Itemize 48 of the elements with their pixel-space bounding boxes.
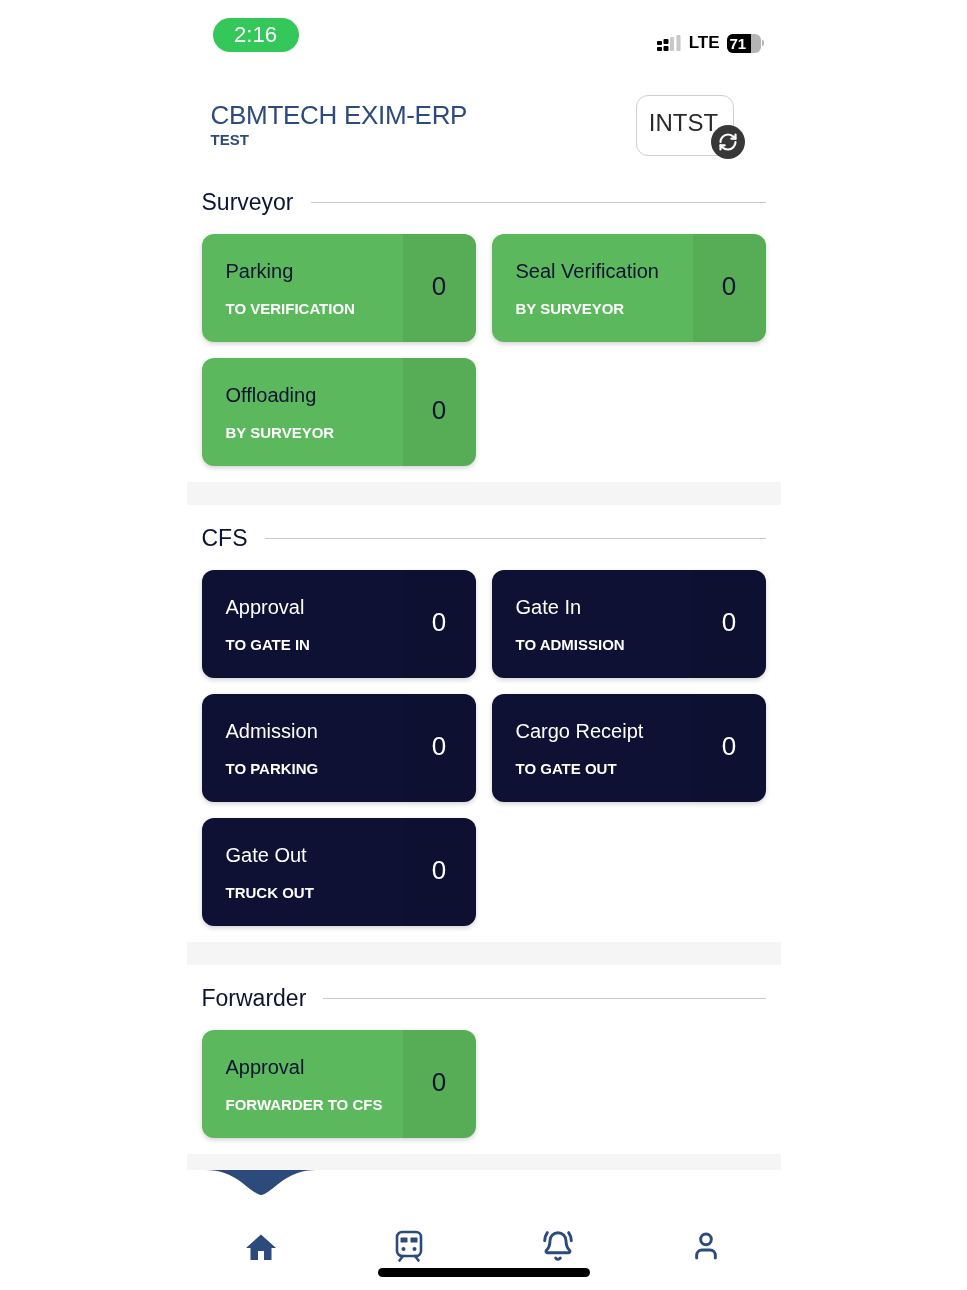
battery-indicator: 71 — [726, 33, 761, 53]
card-subtitle: TO GATE IN — [225, 636, 310, 654]
card-subtitle: BY SURVEYOR — [225, 424, 335, 442]
card-subtitle: FORWARDER TO CFS — [225, 1096, 383, 1114]
status-card[interactable]: Seal Verification BY SURVEYOR 0 — [491, 234, 766, 342]
status-card[interactable]: Gate In TO ADMISSION 0 — [491, 570, 766, 678]
card-title: Cargo Receipt — [515, 719, 644, 744]
card-title: Approval — [225, 1055, 305, 1080]
card-title: Parking — [225, 259, 294, 284]
branch-button[interactable]: INTST — [635, 95, 746, 159]
status-card[interactable]: Approval TO GATE IN 0 — [201, 570, 476, 678]
bell-icon[interactable] — [541, 1230, 574, 1262]
card-title: Gate Out — [225, 843, 307, 868]
card-subtitle: TO VERIFICATION — [225, 300, 355, 318]
status-card[interactable]: Admission TO PARKING 0 — [201, 694, 476, 802]
section-title: Forwarder — [201, 984, 307, 1012]
status-card[interactable]: Parking TO VERIFICATION 0 — [201, 234, 476, 342]
card-subtitle: TRUCK OUT — [225, 884, 314, 902]
card-subtitle: TO ADMISSION — [515, 636, 625, 654]
train-icon[interactable] — [395, 1230, 424, 1262]
count-panel: 0 — [402, 570, 476, 678]
count-panel: 0 — [402, 1030, 476, 1138]
card-subtitle: TO GATE OUT — [515, 760, 617, 778]
app-subtitle: TEST — [210, 131, 250, 149]
card-title: Seal Verification — [515, 259, 659, 284]
card-title: Approval — [225, 595, 305, 620]
card-subtitle: BY SURVEYOR — [515, 300, 625, 318]
count-panel: 0 — [402, 358, 476, 466]
status-card[interactable]: Cargo Receipt TO GATE OUT 0 — [491, 694, 766, 802]
count-panel: 0 — [402, 818, 476, 926]
count-panel: 0 — [692, 694, 766, 802]
signal-icon — [656, 34, 682, 52]
status-card[interactable]: Gate Out TRUCK OUT 0 — [201, 818, 476, 926]
count-panel: 0 — [692, 570, 766, 678]
card-title: Offloading — [225, 383, 317, 408]
network-label: LTE — [688, 33, 720, 53]
count-panel: 0 — [402, 694, 476, 802]
app-title: CBMTECH EXIM-ERP — [210, 100, 468, 130]
status-card[interactable]: Offloading BY SURVEYOR 0 — [201, 358, 476, 466]
count-panel: 0 — [692, 234, 766, 342]
card-subtitle: TO PARKING — [225, 760, 319, 778]
card-title: Admission — [225, 719, 318, 744]
section-title: Surveyor — [201, 188, 294, 216]
status-card[interactable]: Approval FORWARDER TO CFS 0 — [201, 1030, 476, 1138]
card-title: Gate In — [515, 595, 582, 620]
section-title: CFS — [201, 524, 248, 552]
count-panel: 0 — [402, 234, 476, 342]
time-pill: 2:16 — [212, 18, 299, 52]
